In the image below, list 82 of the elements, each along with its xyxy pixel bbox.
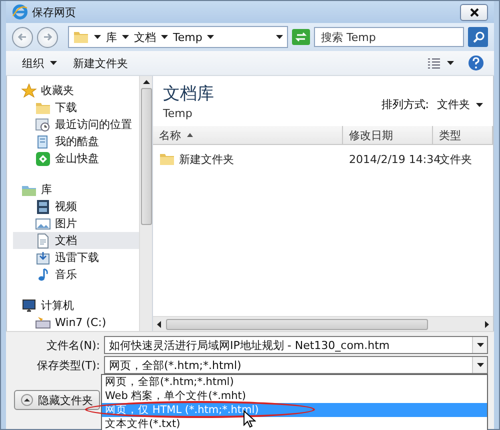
vertical-scrollbar[interactable]	[139, 76, 152, 331]
sidebar-group[interactable]: 计算机	[13, 297, 139, 314]
help-button[interactable]	[468, 55, 484, 71]
caret-icon	[122, 34, 129, 40]
library-title: 文档库	[163, 83, 214, 105]
picture-icon	[35, 216, 51, 232]
caret-icon	[94, 34, 101, 40]
scrollbar-thumb[interactable]	[166, 318, 428, 330]
new-folder-button[interactable]: 新建文件夹	[71, 54, 130, 72]
window-title: 保存网页	[32, 4, 76, 20]
dropdown-option[interactable]: 网页，全部(*.htm;*.html)	[102, 375, 487, 389]
table-cell: 文件夹	[439, 152, 472, 166]
up-chevron-icon	[21, 394, 33, 406]
sidebar-item[interactable]: 下载	[13, 99, 139, 116]
field-label: 文件名(N):	[45, 338, 100, 352]
refresh-button[interactable]	[292, 29, 310, 45]
hide-folders-button[interactable]: 隐藏文件夹	[14, 390, 100, 410]
dropdown-option[interactable]: Web 档案，单个文件(*.mht)	[102, 389, 487, 403]
breadcrumb[interactable]: 库	[106, 30, 117, 44]
scrollbar-thumb[interactable]	[140, 88, 152, 225]
sidebar-item[interactable]: 我的酷盘	[13, 133, 139, 150]
organize-menu[interactable]: 组织	[20, 54, 59, 72]
horizontal-scrollbar[interactable]	[153, 316, 493, 331]
recent-places-icon	[35, 116, 51, 132]
search-field[interactable]: 搜索 Temp	[314, 27, 464, 47]
folder-subtitle: Temp	[163, 107, 194, 120]
caret-icon	[50, 60, 57, 66]
folder-icon	[73, 29, 89, 45]
folder-icon	[159, 151, 175, 167]
breadcrumb[interactable]: Temp	[173, 30, 202, 44]
field-label: 保存类型(T):	[36, 358, 100, 372]
browser-logo-icon	[12, 4, 28, 20]
close-button[interactable]	[460, 4, 488, 20]
sort-label: 排列方式:	[381, 97, 429, 112]
star-icon	[21, 82, 37, 98]
search-icon	[472, 30, 484, 44]
list-view-icon	[427, 56, 441, 70]
up-arrow-icon	[142, 79, 150, 85]
computer-icon	[21, 298, 37, 314]
two-arrows-icon	[295, 31, 307, 43]
sidebar-item[interactable]: 文档	[13, 232, 139, 249]
left-arrow-icon	[156, 320, 162, 328]
breadcrumb[interactable]: 文档	[134, 30, 156, 44]
dropdown-option[interactable]: 文本文件(*.txt)	[102, 417, 487, 430]
right-arrow-icon	[42, 32, 53, 42]
left-arrow-icon	[17, 32, 28, 42]
diamond-app-icon	[35, 150, 51, 166]
column-header[interactable]: 类型	[433, 126, 493, 144]
forward-button[interactable]	[37, 26, 58, 48]
sidebar-item[interactable]: 音乐	[13, 266, 139, 283]
caret-icon	[161, 34, 168, 40]
address-bar[interactable]: 库 文档 Temp	[68, 26, 288, 48]
file-name-field[interactable]: 如何快速灵活进行局域网IP地址规划 - Net130_com.htm	[104, 336, 488, 354]
table-cell: 2014/2/19 14:34	[349, 152, 441, 166]
right-arrow-icon	[484, 320, 490, 328]
sidebar-item[interactable]: 图片	[13, 215, 139, 232]
caret-icon	[207, 34, 214, 40]
sidebar-item[interactable]: 迅雷下载	[13, 249, 139, 266]
document-icon	[35, 232, 51, 248]
sidebar-item[interactable]: 视频	[13, 198, 139, 215]
back-button[interactable]	[12, 26, 33, 48]
download-icon	[35, 250, 51, 266]
sidebar-group[interactable]: 库	[13, 181, 139, 198]
sidebar-item[interactable]: 金山快盘	[13, 150, 139, 167]
dropdown-caret-icon	[276, 34, 283, 40]
close-icon	[470, 8, 478, 16]
caret-icon	[476, 102, 483, 108]
column-header[interactable]: 名称	[153, 126, 343, 144]
film-icon	[35, 198, 51, 214]
column-header[interactable]: 修改日期	[343, 126, 433, 144]
file-name-cell[interactable]: 新建文件夹	[179, 152, 234, 166]
sort-up-icon	[187, 133, 193, 137]
dropdown-caret-icon	[476, 362, 484, 368]
dropdown-caret-icon	[476, 342, 484, 348]
sidebar-group[interactable]: 收藏夹	[13, 82, 139, 99]
sort-dropdown[interactable]: 文件夹	[437, 97, 483, 112]
sidebar-item[interactable]: Win7 (C:)	[13, 314, 139, 331]
help-icon	[468, 55, 484, 71]
search-button[interactable]	[468, 27, 488, 47]
sidebar-item[interactable]: 最近访问的位置	[13, 116, 139, 133]
save-type-dropdown[interactable]: 网页，全部(*.htm;*.html)	[104, 356, 488, 374]
caret-icon	[447, 60, 454, 66]
